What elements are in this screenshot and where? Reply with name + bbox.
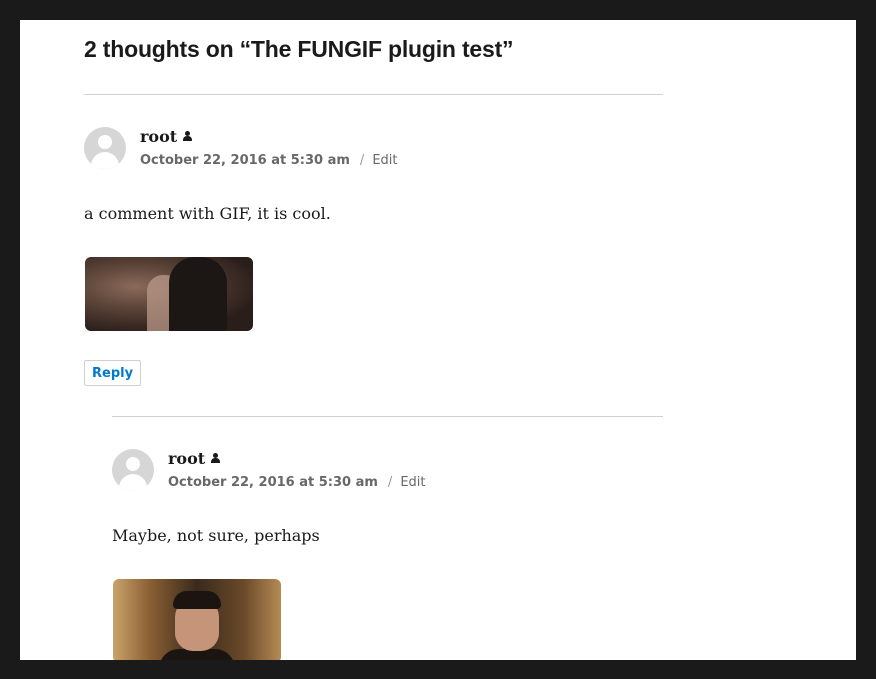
post-author-icon [183,131,193,141]
comment-date-link[interactable]: October 22, 2016 at 5:30 am [140,153,350,168]
commenter-avatar [84,127,126,169]
title-divider [84,94,663,95]
comment-date-link[interactable]: October 22, 2016 at 5:30 am [168,475,378,490]
comment-author: root [168,449,221,468]
comment-author: root [140,127,193,146]
author-name: root [168,449,206,468]
edit-link[interactable]: Edit [400,475,425,490]
author-name: root [140,127,178,146]
commenter-avatar [112,449,154,491]
comments-title: 2 thoughts on “The FUNGIF plugin test” [84,36,514,62]
comment-gif-image [113,579,281,660]
reply-button[interactable]: Reply [84,360,142,386]
comment-gif-image [85,257,253,331]
post-author-icon [211,453,221,463]
comment-metadata: October 22, 2016 at 5:30 am / Edit [168,475,426,490]
reply-divider [112,416,663,417]
comment-metadata: October 22, 2016 at 5:30 am / Edit [140,153,398,168]
edit-link[interactable]: Edit [372,153,397,168]
comments-section: 2 thoughts on “The FUNGIF plugin test” r… [20,20,856,660]
meta-separator: / [359,153,365,168]
meta-separator: / [387,475,393,490]
comment-text: a comment with GIF, it is cool. [84,204,331,223]
comment-text: Maybe, not sure, perhaps [112,526,320,545]
